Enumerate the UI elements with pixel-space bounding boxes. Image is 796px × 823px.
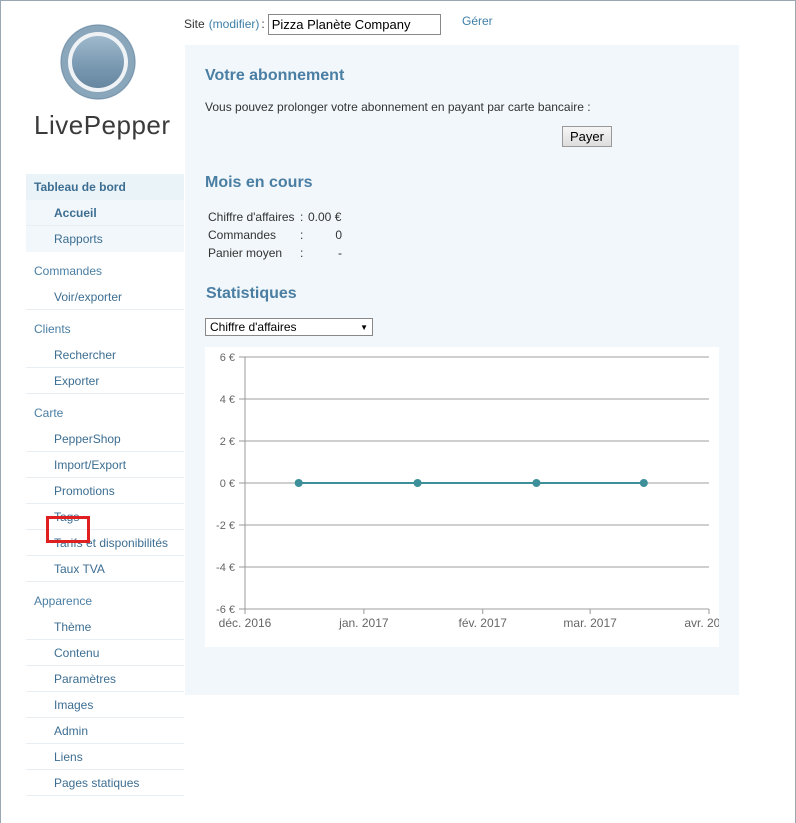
data-point	[639, 479, 648, 487]
y-tick-label: 6 €	[220, 352, 235, 364]
pay-button[interactable]: Payer	[562, 126, 612, 147]
data-point	[413, 479, 422, 487]
sidebar-item-pages-statiques[interactable]: Pages statiques	[26, 770, 184, 796]
sidebar-item-peppershop[interactable]: PepperShop	[26, 426, 184, 452]
logo-text: LivePepper	[34, 110, 171, 140]
statistics-title: Statistiques	[206, 285, 297, 302]
y-tick-label: 2 €	[220, 436, 235, 448]
sidebar-item-accueil[interactable]: Accueil	[26, 200, 184, 226]
sidebar-item-rapports[interactable]: Rapports	[26, 226, 184, 252]
sidebar-item-exporter[interactable]: Exporter	[26, 368, 184, 394]
stat-value: -	[338, 246, 342, 260]
sidebar: Tableau de bord Accueil Rapports Command…	[26, 174, 184, 796]
month-stats-table: Chiffre d'affaires : 0.00 € Commandes : …	[208, 208, 342, 262]
subscription-text: Vous pouvez prolonger votre abonnement e…	[205, 100, 591, 114]
metric-select[interactable]: Chiffre d'affaires ▼	[205, 318, 373, 336]
dropdown-arrow-icon: ▼	[360, 322, 368, 332]
sidebar-item-import-export[interactable]: Import/Export	[26, 452, 184, 478]
x-tick-label: jan. 2017	[338, 616, 389, 630]
sidebar-section-apparence[interactable]: Apparence	[26, 588, 184, 614]
main-panel: Votre abonnement Vous pouvez prolonger v…	[185, 45, 739, 695]
statistics-chart: 6 € 4 € 2 € 0 € -2 € -4 € -6 € déc. 2016 jan. 20…	[205, 347, 719, 647]
sidebar-item-images[interactable]: Images	[26, 692, 184, 718]
stat-sep: :	[300, 210, 304, 224]
sidebar-item-taux-tva[interactable]: Taux TVA	[26, 556, 184, 582]
logo-circle-icon	[60, 24, 136, 100]
chart-svg: 6 € 4 € 2 € 0 € -2 € -4 € -6 €déc. 2016 jan. 20…	[216, 352, 719, 630]
site-label-colon: :	[261, 17, 265, 31]
manage-link[interactable]: Gérer	[462, 14, 493, 28]
sidebar-item-rechercher[interactable]: Rechercher	[26, 342, 184, 368]
sidebar-section-commandes[interactable]: Commandes	[26, 258, 184, 284]
month-stats-row: Commandes : 0	[208, 226, 342, 244]
y-tick-label: -2 €	[216, 520, 235, 532]
site-label: Site	[184, 17, 205, 31]
stat-label: Chiffre d'affaires	[208, 210, 295, 224]
x-tick-label: déc. 2016	[219, 616, 272, 630]
sidebar-section-dashboard[interactable]: Tableau de bord	[26, 174, 184, 200]
sidebar-item-theme[interactable]: Thème	[26, 614, 184, 640]
stat-sep: :	[300, 246, 304, 260]
logo: LivePepper	[30, 22, 170, 152]
stat-label: Commandes	[208, 228, 277, 242]
stat-sep: :	[300, 228, 304, 242]
y-tick-label: -6 €	[216, 604, 235, 616]
sidebar-item-contenu[interactable]: Contenu	[26, 640, 184, 666]
modify-site-link[interactable]: (modifier)	[209, 17, 260, 31]
data-point	[532, 479, 541, 487]
data-point	[294, 479, 303, 487]
site-bar: Site (modifier) :	[184, 13, 441, 35]
sidebar-item-promotions[interactable]: Promotions	[26, 478, 184, 504]
x-tick-label: mar. 2017	[563, 616, 617, 630]
subscription-title: Votre abonnement	[205, 67, 345, 84]
x-tick-label: fév. 2017	[459, 616, 508, 630]
month-title: Mois en cours	[205, 174, 313, 191]
sidebar-item-liens[interactable]: Liens	[26, 744, 184, 770]
site-input[interactable]	[267, 13, 441, 35]
stat-value: 0	[335, 228, 342, 242]
stat-label: Panier moyen	[208, 246, 283, 260]
sidebar-item-parametres[interactable]: Paramètres	[26, 666, 184, 692]
sidebar-section-carte[interactable]: Carte	[26, 400, 184, 426]
sidebar-item-admin[interactable]: Admin	[26, 718, 184, 744]
sidebar-item-voir-exporter[interactable]: Voir/exporter	[26, 284, 184, 310]
month-stats-row: Panier moyen : -	[208, 244, 342, 262]
y-tick-label: 4 €	[220, 394, 235, 406]
stat-value: 0.00 €	[308, 210, 342, 224]
y-tick-label: 0 €	[220, 478, 235, 490]
metric-select-value: Chiffre d'affaires	[210, 320, 297, 334]
month-stats-row: Chiffre d'affaires : 0.00 €	[208, 208, 342, 226]
y-tick-label: -4 €	[216, 562, 235, 574]
tags-highlight-box	[46, 516, 90, 543]
x-tick-label: avr. 2017	[684, 616, 719, 630]
sidebar-section-clients[interactable]: Clients	[26, 316, 184, 342]
